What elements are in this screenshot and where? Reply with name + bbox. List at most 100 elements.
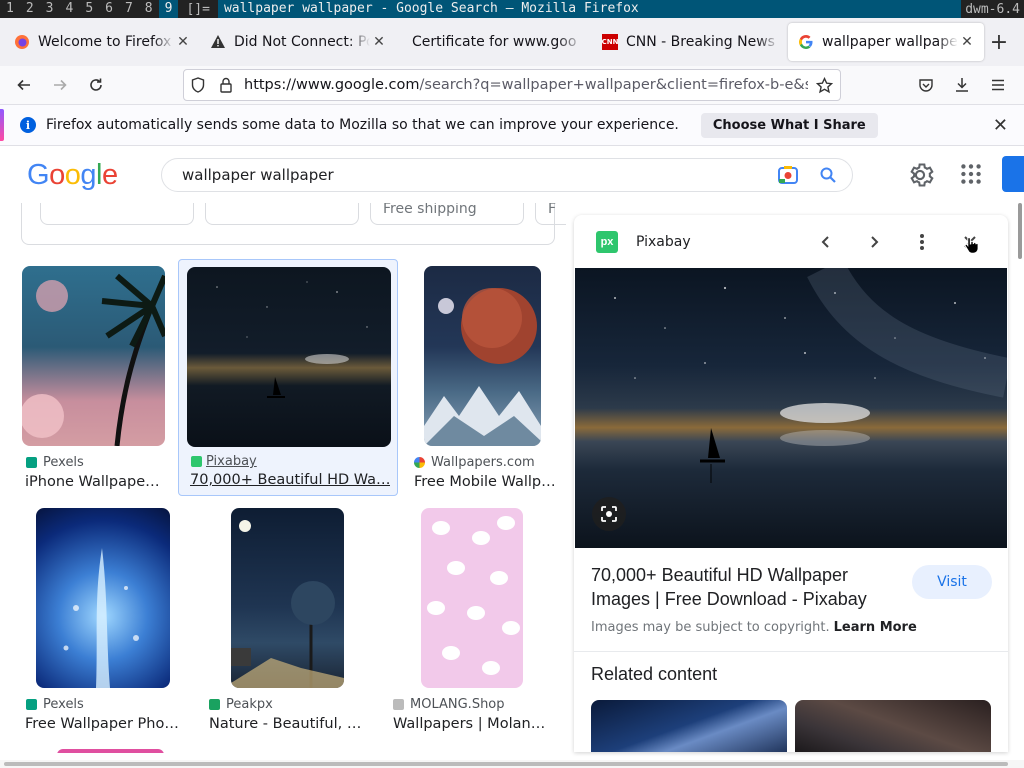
sign-in-button[interactable]	[1002, 156, 1024, 192]
peakpx-icon	[209, 699, 220, 710]
tab-welcome-to-firefox[interactable]: Welcome to Firefox ✕	[4, 23, 200, 61]
app-menu-button[interactable]	[980, 70, 1016, 100]
result-thumbnail[interactable]	[421, 508, 523, 688]
tab-label: Did Not Connect: Pot	[234, 34, 370, 50]
dwm-tag-9[interactable]: 9	[158, 0, 179, 18]
more-options-icon[interactable]	[911, 231, 933, 253]
forward-button[interactable]	[42, 70, 78, 100]
scrollbar-thumb[interactable]	[1018, 203, 1022, 259]
dwm-tag-1[interactable]: 1	[0, 0, 20, 18]
dwm-tag-4[interactable]: 4	[59, 0, 79, 18]
tab-did-not-connect[interactable]: Did Not Connect: Pot ✕	[200, 23, 396, 61]
horizontal-scrollbar[interactable]	[0, 760, 1024, 768]
choose-what-i-share-button[interactable]: Choose What I Share	[700, 112, 878, 138]
dwm-tag-3[interactable]: 3	[40, 0, 60, 18]
close-icon[interactable]: ✕	[370, 34, 388, 50]
result-title[interactable]: Nature - Beautiful, H…	[209, 716, 370, 732]
result-source[interactable]: MOLANG.Shop	[393, 697, 505, 712]
preview-image[interactable]	[575, 268, 1007, 548]
result-title[interactable]: Free Mobile Wallp…	[414, 474, 556, 490]
url-host: https://www.google.com	[244, 77, 420, 93]
dwm-tag-2[interactable]: 2	[20, 0, 40, 18]
lock-icon[interactable]	[212, 77, 240, 93]
chevron-left-icon[interactable]	[815, 231, 837, 253]
image-result-card-selected[interactable]: Pixabay 70,000+ Beautiful HD Wa…	[178, 259, 398, 496]
preview-title[interactable]: 70,000+ Beautiful HD Wallpaper Images | …	[591, 563, 891, 611]
tab-cnn[interactable]: CNN CNN - Breaking News	[592, 23, 788, 61]
result-source[interactable]: Peakpx	[209, 697, 273, 712]
dwm-layout-symbol[interactable]: []=	[178, 2, 217, 17]
result-thumbnail[interactable]	[22, 266, 165, 446]
image-result-card[interactable]: Wallpapers.com Free Mobile Wallp…	[410, 266, 556, 496]
related-thumbnail[interactable]	[591, 700, 787, 752]
navigation-toolbar: https://www.google.com/search?q=wallpape…	[0, 66, 1024, 104]
scrollbar-thumb[interactable]	[4, 762, 1008, 766]
chevron-right-icon[interactable]	[863, 231, 885, 253]
logo-letter: g	[80, 159, 96, 191]
result-thumbnail[interactable]	[187, 267, 391, 447]
dwm-tag-7[interactable]: 7	[119, 0, 139, 18]
vertical-scrollbar[interactable]	[1016, 203, 1024, 758]
search-icon[interactable]	[808, 166, 848, 184]
settings-gear-icon[interactable]	[906, 161, 934, 193]
pexels-icon	[26, 457, 37, 468]
search-input[interactable]: wallpaper wallpaper	[161, 158, 853, 192]
data-collection-notification: i Firefox automatically sends some data …	[0, 104, 1024, 146]
visit-button[interactable]: Visit	[912, 565, 992, 599]
result-title[interactable]: 70,000+ Beautiful HD Wa…	[190, 472, 390, 488]
google-apps-grid-icon[interactable]	[958, 161, 984, 191]
dwm-tag-8[interactable]: 8	[139, 0, 159, 18]
shield-icon[interactable]	[184, 77, 212, 93]
camera-lens-icon[interactable]	[768, 165, 808, 185]
result-thumbnail[interactable]	[57, 749, 164, 753]
result-source-label: Pexels	[43, 697, 84, 712]
url-text[interactable]: https://www.google.com/search?q=wallpape…	[244, 77, 808, 93]
pexels-icon	[26, 699, 37, 710]
bookmark-star-icon[interactable]	[808, 76, 840, 94]
dwm-tag-6[interactable]: 6	[99, 0, 119, 18]
google-lens-icon[interactable]	[592, 497, 626, 531]
google-icon	[798, 34, 814, 50]
tab-wallpaper-search[interactable]: wallpaper wallpaper ✕	[788, 23, 984, 61]
preview-site-name[interactable]: Pixabay	[636, 234, 691, 250]
result-source[interactable]: Wallpapers.com	[414, 455, 535, 470]
dwm-tag-5[interactable]: 5	[79, 0, 99, 18]
new-tab-button[interactable]: +	[984, 30, 1014, 55]
result-thumbnail[interactable]	[424, 266, 541, 446]
url-bar[interactable]: https://www.google.com/search?q=wallpape…	[183, 69, 841, 101]
result-thumbnail[interactable]	[36, 508, 170, 688]
downloads-button[interactable]	[944, 70, 980, 100]
filter-chip[interactable]	[40, 203, 194, 225]
filter-chip-free-shipping[interactable]: Free shipping	[370, 203, 524, 225]
pocket-button[interactable]	[908, 70, 944, 100]
close-icon[interactable]: ✕	[958, 34, 976, 50]
filter-chip[interactable]	[205, 203, 359, 225]
google-logo[interactable]: Google	[27, 159, 118, 192]
info-icon: i	[20, 117, 36, 133]
result-source-label: Pexels	[43, 455, 84, 470]
pixabay-logo-icon[interactable]: px	[596, 231, 618, 253]
tab-label: Certificate for www.goo	[412, 34, 577, 50]
reload-icon	[90, 78, 102, 91]
result-title[interactable]: Wallpapers | Molang…	[393, 716, 553, 732]
result-title[interactable]: Free Wallpaper Phot…	[25, 716, 182, 732]
result-title[interactable]: iPhone Wallpaper…	[25, 474, 165, 490]
related-thumbnail[interactable]	[795, 700, 991, 752]
logo-letter: o	[64, 159, 81, 191]
result-source[interactable]: Pexels	[26, 697, 84, 712]
result-source[interactable]: Pexels	[26, 455, 84, 470]
image-result-card[interactable]: Pexels iPhone Wallpaper…	[22, 266, 165, 496]
filter-chip[interactable]: F	[535, 203, 566, 225]
learn-more-link[interactable]: Learn More	[834, 620, 917, 635]
tab-certificate[interactable]: Certificate for www.goo	[396, 23, 592, 61]
reload-button[interactable]	[78, 70, 114, 100]
close-icon[interactable]: ✕	[993, 115, 1008, 136]
close-icon[interactable]: ✕	[174, 34, 192, 50]
image-result-card[interactable]: Peakpx Nature - Beautiful, H…	[205, 508, 370, 738]
result-thumbnail[interactable]	[231, 508, 344, 688]
result-source[interactable]: Pixabay	[191, 454, 257, 469]
image-result-card[interactable]: Pexels Free Wallpaper Phot…	[22, 508, 182, 738]
result-source-label: Wallpapers.com	[431, 455, 535, 470]
image-result-card[interactable]: MOLANG.Shop Wallpapers | Molang…	[389, 508, 555, 738]
back-button[interactable]	[6, 70, 42, 100]
